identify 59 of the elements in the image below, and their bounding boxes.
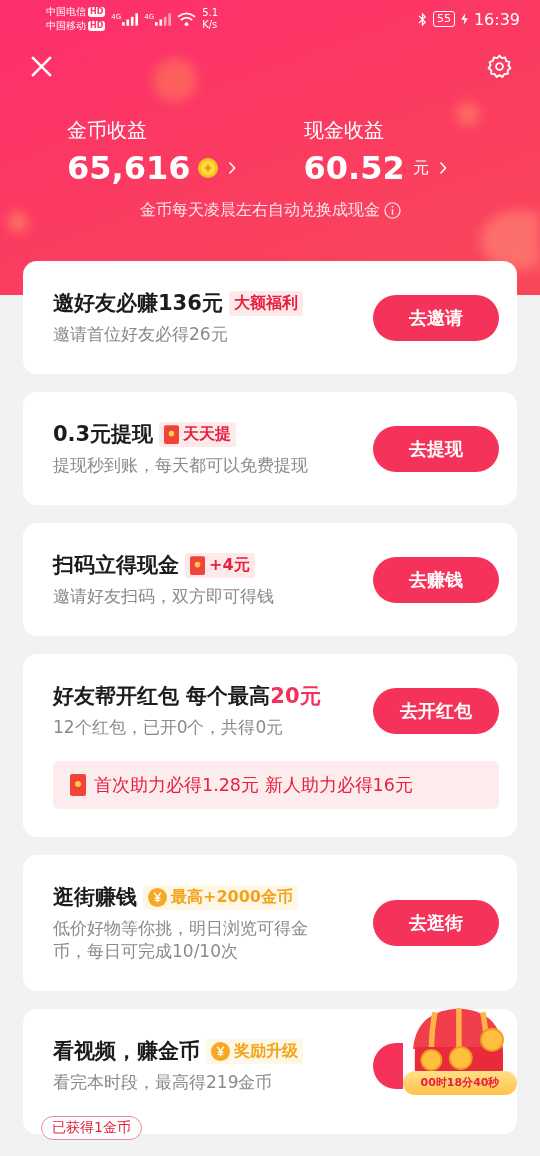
tip-text: 首次助力必得1.28元 新人助力必得16元 xyxy=(94,774,413,797)
coin-icon xyxy=(148,887,167,907)
hd-badge: HD xyxy=(88,7,106,17)
carrier-name: 中国电信 xyxy=(46,5,86,19)
task-title: 扫码立得现金 xyxy=(53,552,179,579)
signal-icon xyxy=(122,12,139,26)
info-icon[interactable] xyxy=(383,202,401,219)
speed-value: 5.1 xyxy=(202,7,219,19)
chevron-right-icon[interactable] xyxy=(228,161,237,175)
currency-unit: 元 xyxy=(412,157,429,179)
bluetooth-icon xyxy=(417,11,427,27)
light-spot xyxy=(153,58,197,102)
task-description: 邀请首位好友必得26元 xyxy=(53,323,229,346)
task-title: 逛街赚钱 xyxy=(53,884,137,911)
countdown-timer: 00时18分40秒 xyxy=(403,1070,517,1095)
task-description: 邀请好友扫码，双方即可得钱 xyxy=(53,585,275,608)
task-tag: 最高+2000金币 xyxy=(143,884,298,910)
task-button[interactable] xyxy=(373,1042,403,1089)
task-description: 看完本时段，最高得219金币 xyxy=(53,1071,274,1094)
task-title: 0.3元提现 xyxy=(53,421,154,448)
envelope-icon xyxy=(164,424,180,444)
earnings-value[interactable]: 60.52 xyxy=(303,148,405,188)
light-spot xyxy=(8,212,28,232)
task-tag: 奖励升级 xyxy=(206,1038,303,1064)
battery-level: 55 xyxy=(432,11,455,27)
light-spot xyxy=(456,102,480,126)
task-title: 邀好友必赚136元 xyxy=(53,290,223,317)
light-spot xyxy=(480,210,540,270)
task-title: 看视频，赚金币 xyxy=(53,1038,200,1065)
settings-icon[interactable] xyxy=(487,54,512,79)
envelope-icon xyxy=(190,555,205,575)
task-tag: +4元 xyxy=(185,552,255,578)
close-icon[interactable] xyxy=(29,54,54,79)
carrier-name: 中国移动 xyxy=(46,19,86,33)
task-button[interactable]: 去提现 xyxy=(373,425,499,472)
earnings-label: 现金收益 xyxy=(303,118,385,142)
signal-icon xyxy=(155,12,172,26)
wifi-icon xyxy=(177,11,197,27)
speed-unit: K/s xyxy=(202,19,219,31)
task-tag: 大额福利 xyxy=(228,290,303,316)
task-button[interactable]: 去逛街 xyxy=(373,900,499,946)
earned-bubble: 已获得1金币 xyxy=(41,1116,142,1140)
task-tag: 天天提 xyxy=(159,421,237,447)
task-description: 低价好物等你挑，明日浏览可得金币，每日可完成10/10次 xyxy=(53,917,309,963)
task-title: 好友帮开红包 每个最高20元 xyxy=(53,683,321,710)
envelope-icon xyxy=(70,774,86,796)
task-button[interactable]: 去开红包 xyxy=(373,687,499,734)
task-description: 12个红包，已开0个，共得0元 xyxy=(53,716,285,739)
charging-icon xyxy=(460,13,468,25)
task-button[interactable]: 去邀请 xyxy=(373,294,499,341)
chevron-right-icon[interactable] xyxy=(438,161,447,175)
exchange-note: 金币每天凌晨左右自动兑换成现金 xyxy=(139,200,380,221)
task-button[interactable]: 去赚钱 xyxy=(373,556,499,603)
task-description: 提现秒到账，每天都可以免费提现 xyxy=(53,454,309,477)
earnings-value[interactable]: 65,616 xyxy=(67,148,191,188)
clock-time: 16:39 xyxy=(473,9,520,29)
earnings-label: 金币收益 xyxy=(67,118,148,142)
hd-badge: HD xyxy=(88,21,106,31)
coin-icon xyxy=(211,1041,230,1061)
